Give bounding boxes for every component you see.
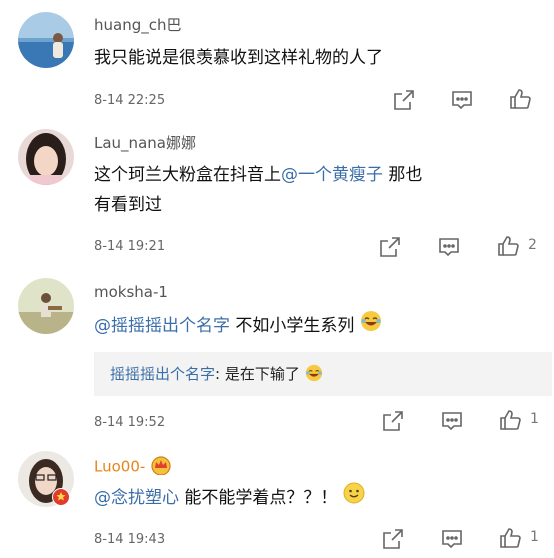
comment-text-part: 能不能学着点？？！ <box>179 488 338 508</box>
mention-link[interactable]: @摇摇摇出个名字 <box>94 316 230 336</box>
comment-text: @摇摇摇出个名字 不如小学生系列 <box>94 310 534 342</box>
thumbs-up-icon[interactable] <box>496 234 520 258</box>
comment-text: 我只能说是很羡慕收到这样礼物的人了 <box>94 48 383 68</box>
like-count: 1 <box>530 529 539 545</box>
username[interactable]: Lau_nana娜娜 <box>94 132 196 153</box>
reply-author[interactable]: 摇摇摇出个名字 <box>110 365 215 383</box>
comment-item: Lau_nana娜娜 这个珂兰大粉盒在抖音上@一个黄瘦子 那也 有看到过 8-1… <box>0 118 554 268</box>
share-icon[interactable] <box>378 235 402 259</box>
laughing-emoji-icon <box>360 310 382 342</box>
comment-text-part: 不如小学生系列 <box>230 316 355 336</box>
timestamp: 8-14 19:52 <box>94 415 166 430</box>
comment-icon[interactable] <box>437 235 461 259</box>
comment-text: @念扰塑心 能不能学着点？？！ <box>94 482 534 514</box>
thumbs-up-icon[interactable] <box>498 526 522 550</box>
username-text: Luo00- <box>94 457 146 476</box>
username[interactable]: huang_ch巴 <box>94 14 182 35</box>
avatar[interactable] <box>18 12 74 68</box>
smile-emoji-icon <box>343 482 365 514</box>
comment-text-part: 这个珂兰大粉盒在抖音上 <box>94 165 281 185</box>
comment-item: huang_ch巴 我只能说是很羡慕收到这样礼物的人了 8-14 22:25 <box>0 0 554 118</box>
verified-badge-icon <box>52 488 70 506</box>
share-icon[interactable] <box>381 527 405 551</box>
mention-link[interactable]: @念扰塑心 <box>94 488 179 508</box>
thumbs-up-icon[interactable] <box>508 87 532 111</box>
reply-preview[interactable]: 摇摇摇出个名字: 是在下输了 <box>94 352 552 396</box>
thumbs-up-icon[interactable] <box>498 408 522 432</box>
comment-item: Luo00- @念扰塑心 能不能学着点？？！ 8-14 19:43 1 <box>0 440 554 558</box>
timestamp: 8-14 19:21 <box>94 239 166 254</box>
share-icon[interactable] <box>381 409 405 433</box>
reply-text: 摇摇摇出个名字: 是在下输了 <box>110 363 323 386</box>
username[interactable]: moksha-1 <box>94 283 168 301</box>
share-icon[interactable] <box>392 88 416 112</box>
comment-icon[interactable] <box>440 527 464 551</box>
like-count: 1 <box>530 411 539 427</box>
avatar[interactable] <box>18 278 74 334</box>
comment-text: 这个珂兰大粉盒在抖音上@一个黄瘦子 那也 有看到过 <box>94 160 534 220</box>
crown-badge-icon <box>150 455 172 479</box>
comment-text-part: 有看到过 <box>94 195 162 215</box>
mention-link[interactable]: @一个黄瘦子 <box>281 165 383 185</box>
like-count: 2 <box>528 237 537 253</box>
reply-content: : 是在下输了 <box>215 365 300 383</box>
avatar[interactable] <box>18 129 74 185</box>
comment-icon[interactable] <box>440 409 464 433</box>
timestamp: 8-14 22:25 <box>94 93 166 108</box>
timestamp: 8-14 19:43 <box>94 532 166 547</box>
comment-text-part: 那也 <box>383 165 423 185</box>
comment-item: moksha-1 @摇摇摇出个名字 不如小学生系列 摇摇摇出个名字: 是在下输了 <box>0 268 554 440</box>
username[interactable]: Luo00- <box>94 455 172 479</box>
comment-icon[interactable] <box>450 88 474 112</box>
laughing-emoji-icon <box>305 364 323 386</box>
